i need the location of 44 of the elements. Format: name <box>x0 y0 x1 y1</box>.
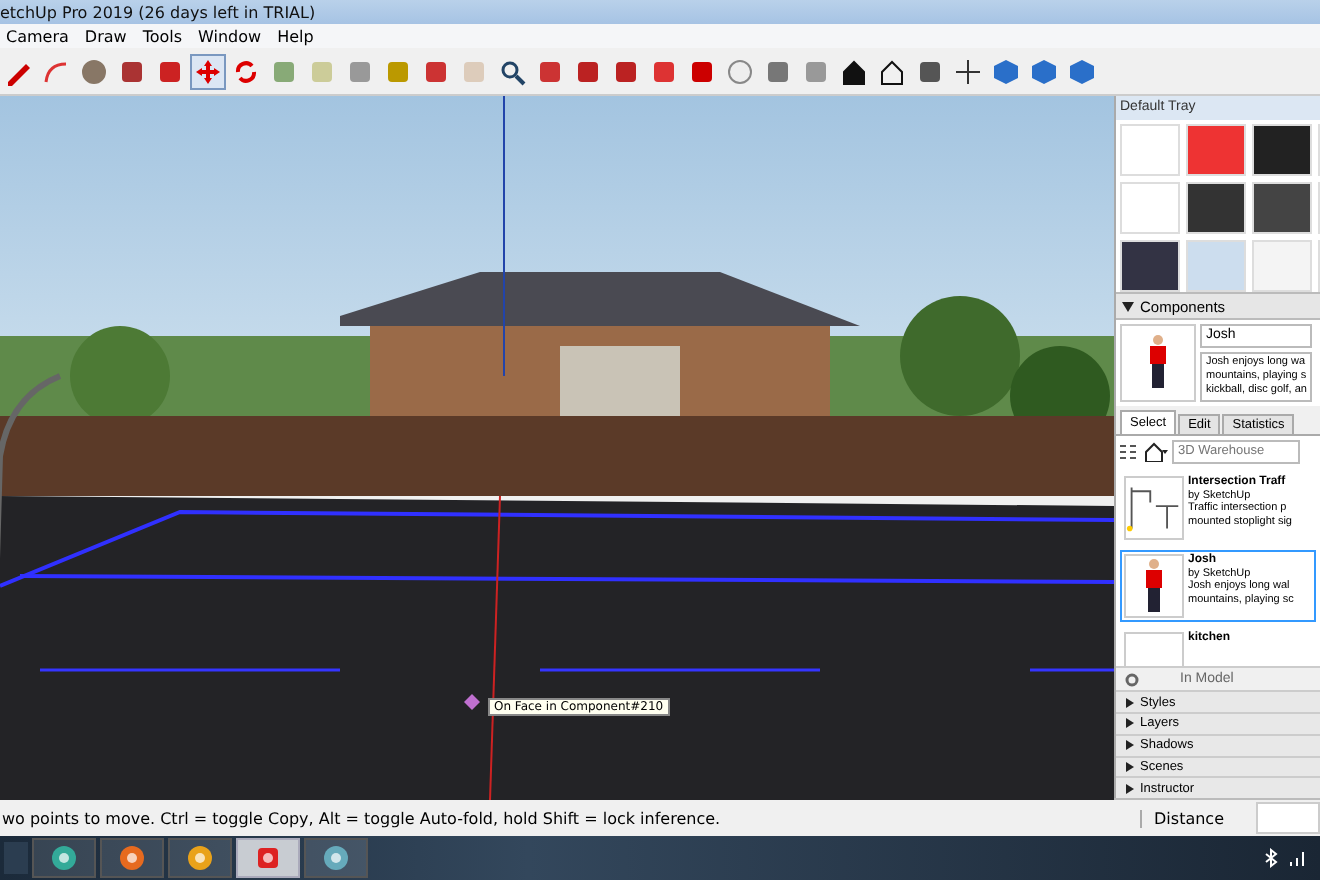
inference-point-icon <box>464 694 480 710</box>
arc-tool-icon <box>42 57 70 85</box>
material-swatch[interactable] <box>1252 181 1312 234</box>
measurement-field[interactable] <box>1256 802 1320 834</box>
menu-item[interactable]: Camera <box>6 27 69 45</box>
menu-item[interactable]: Help <box>277 27 314 45</box>
home-icon[interactable] <box>1144 441 1168 462</box>
home-tool-icon <box>840 57 868 85</box>
rotate-tool-icon <box>232 57 260 85</box>
circle-tool-icon <box>80 57 108 85</box>
homeoutline-tool-icon <box>878 57 906 85</box>
status-message: wo points to move. Ctrl = toggle Copy, Alt = toggle Auto-fold, hold Shift = lock inference. <box>0 809 723 827</box>
view-options-icon[interactable] <box>1120 443 1140 460</box>
move-tool-icon <box>194 57 222 85</box>
taskbar-app-button[interactable] <box>236 838 300 878</box>
menu-item[interactable]: Tools <box>142 27 183 45</box>
cube-tool-icon <box>1068 57 1096 85</box>
zoom-tool-icon <box>498 57 526 85</box>
window-title: etchUp Pro 2019 (26 days left in TRIAL) <box>0 3 316 21</box>
taskbar-app-button[interactable] <box>304 838 368 878</box>
material-swatch[interactable] <box>1186 239 1246 292</box>
person-figure-icon <box>1142 558 1166 615</box>
network-icon[interactable] <box>1288 848 1308 868</box>
material-swatch[interactable] <box>1120 181 1180 234</box>
measurement-label: Distance <box>1140 809 1244 827</box>
axes-tool-icon <box>954 57 982 85</box>
cube-tool-icon <box>992 57 1020 85</box>
settings-icon[interactable] <box>1124 671 1140 688</box>
taskbar-app-button[interactable] <box>168 838 232 878</box>
person-figure-icon <box>1146 334 1170 391</box>
material-swatch[interactable] <box>1252 123 1312 176</box>
bluetooth-icon[interactable] <box>1264 848 1280 868</box>
material-swatch[interactable] <box>1120 239 1180 292</box>
material-swatch[interactable] <box>1252 239 1312 292</box>
menu-item[interactable]: Window <box>198 27 262 45</box>
cube-tool-icon <box>1030 57 1058 85</box>
menu-item[interactable]: Draw <box>84 27 127 45</box>
taskbar-app-button[interactable] <box>32 838 96 878</box>
collapse-arrow-icon <box>1122 301 1134 312</box>
material-swatch[interactable] <box>1186 123 1246 176</box>
traffic-light-icon <box>1126 482 1182 535</box>
material-swatch[interactable] <box>1120 123 1180 176</box>
material-swatch[interactable] <box>1186 181 1246 234</box>
taskbar-app-button[interactable] <box>100 838 164 878</box>
